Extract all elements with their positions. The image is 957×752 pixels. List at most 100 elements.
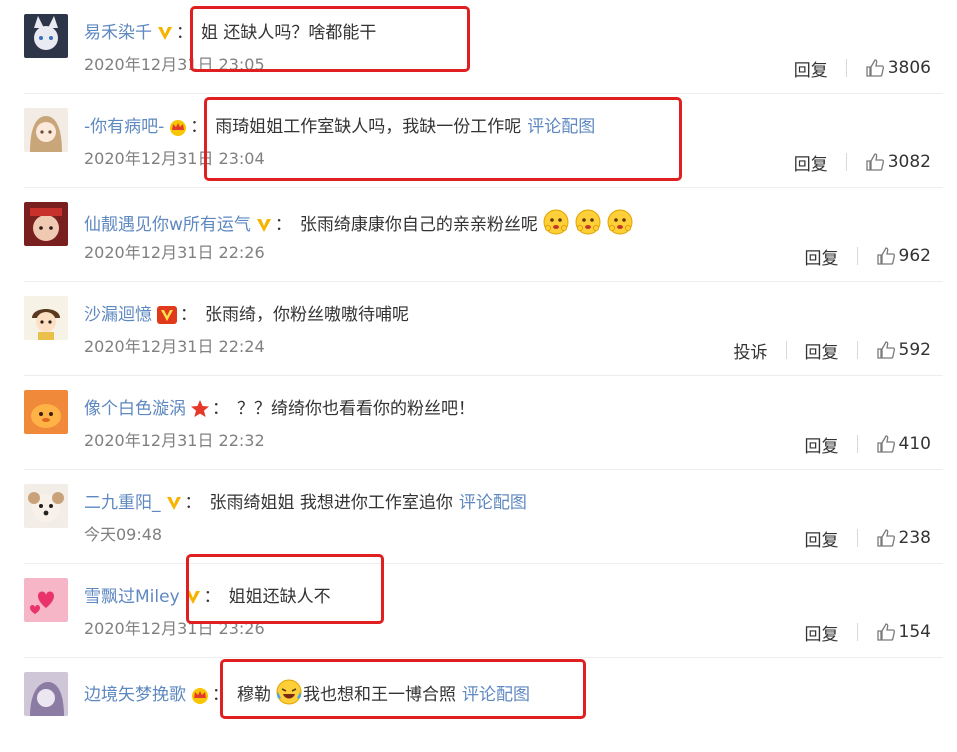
comment-time: 今天09:48: [84, 525, 163, 544]
avatar[interactable]: [24, 390, 68, 434]
thumbs-up-icon: [866, 153, 884, 171]
comment-list: 易禾染千 ： 姐 还缺人吗？啥都能干 2020年12月31日 23:05 回复 38…: [0, 0, 957, 719]
thumbs-up-icon: [876, 247, 895, 265]
comment-actions: 回复 238: [805, 526, 931, 551]
reply-button[interactable]: 回复: [805, 526, 839, 551]
comment-image-link[interactable]: 评论配图: [462, 685, 530, 705]
comment-text: 姐姐还缺人不: [228, 587, 331, 607]
like-count: 962: [898, 246, 931, 266]
crown-badge-icon: [168, 118, 188, 136]
avatar[interactable]: [24, 14, 68, 58]
like-count: 410: [898, 434, 931, 454]
comment-actions: 投诉 回复 592: [734, 338, 931, 363]
divider: [785, 341, 787, 359]
comment-time: 2020年12月31日 23:26: [84, 619, 265, 638]
comment-item: 仙靓遇见你w所有运气 ： 张雨绮康康你自己的亲亲粉丝呢 2020年12月31日 22…: [0, 188, 957, 282]
comment-time: 2020年12月31日 22:24: [84, 337, 265, 356]
verified-v-icon: [165, 494, 183, 512]
avatar[interactable]: [24, 578, 68, 622]
reply-button[interactable]: 回复: [805, 432, 839, 457]
comment-text: 张雨绮康康你自己的亲亲粉丝呢: [299, 215, 538, 235]
colon: ：: [190, 117, 208, 137]
smiling-face-emoji: [606, 208, 634, 236]
colon: ：: [180, 305, 197, 325]
like-count: 154: [898, 622, 931, 642]
comment-text: 雨琦姐姐工作室缺人吗，我缺一份工作呢: [215, 117, 522, 137]
divider: [845, 59, 847, 77]
like-count: 3082: [887, 152, 931, 172]
like-button[interactable]: 410: [876, 434, 931, 454]
like-count: 3806: [887, 58, 931, 78]
reply-button[interactable]: 回复: [805, 620, 839, 645]
comment-image-link[interactable]: 评论配图: [527, 117, 595, 137]
colon: ：: [176, 23, 193, 43]
username-link[interactable]: 沙漏迴憶: [84, 305, 152, 325]
like-count: 238: [898, 528, 931, 548]
comment-actions: 回复 3082: [794, 150, 931, 175]
laughing-tears-emoji: [275, 678, 303, 706]
reply-button[interactable]: 回复: [805, 244, 839, 269]
colon: ：: [184, 493, 202, 513]
divider: [856, 435, 858, 453]
divider: [845, 153, 847, 171]
thumbs-up-icon: [866, 59, 884, 77]
like-count: 592: [898, 340, 931, 360]
avatar[interactable]: [24, 672, 68, 716]
verified-v-icon: [156, 24, 174, 42]
username-link[interactable]: 仙靓遇见你w所有运气: [84, 215, 251, 235]
comment-time: 2020年12月31日 22:26: [84, 243, 265, 262]
avatar[interactable]: [24, 108, 68, 152]
username-link[interactable]: 雪飘过Miley: [84, 587, 180, 607]
reply-button[interactable]: 回复: [794, 150, 828, 175]
username-link[interactable]: -你有病吧-: [84, 117, 164, 137]
verified-v-red-icon: [156, 305, 178, 325]
comment-time: 2020年12月31日 23:04: [84, 149, 265, 168]
comment-image-link[interactable]: 评论配图: [459, 493, 527, 513]
comment-text: 张雨绮，你粉丝嗷嗷待哺呢: [205, 305, 409, 325]
divider: [856, 529, 858, 547]
comment-text: 姐 还缺人吗？啥都能干: [201, 23, 377, 43]
divider: [856, 341, 858, 359]
thumbs-up-icon: [876, 435, 895, 453]
comment-text: 我也想和王一博合照: [303, 685, 456, 705]
comment-actions: 回复 410: [805, 432, 931, 457]
comment-text: 张雨绮姐姐 我想进你工作室追你: [209, 493, 453, 513]
reply-button[interactable]: 回复: [805, 338, 839, 363]
comment-text-prefix: 穆勒: [237, 685, 271, 705]
username-link[interactable]: 二九重阳_: [84, 493, 161, 513]
divider: [856, 247, 858, 265]
colon: ：: [212, 685, 229, 705]
comment-actions: 回复 962: [805, 244, 931, 269]
like-button[interactable]: 3806: [865, 58, 931, 78]
thumbs-up-icon: [876, 341, 895, 359]
colon: ：: [212, 399, 229, 419]
like-button[interactable]: 3082: [865, 152, 931, 172]
thumbs-up-icon: [876, 623, 895, 641]
smiling-face-emoji: [542, 208, 570, 236]
comment-time: 2020年12月31日 22:32: [84, 431, 265, 450]
comment-actions: 回复 3806: [794, 56, 931, 81]
like-button[interactable]: 154: [876, 622, 931, 642]
username-link[interactable]: 边境矢梦挽歌: [84, 685, 186, 705]
username-link[interactable]: 像个白色漩涡: [84, 399, 186, 419]
comment-item: 像个白色漩涡：？？绮绮你也看看你的粉丝吧！ 2020年12月31日 22:32 …: [0, 376, 957, 470]
comment-item: 沙漏迴憶 ： 张雨绮，你粉丝嗷嗷待哺呢 2020年12月31日 22:24 投诉 回…: [0, 282, 957, 376]
reply-button[interactable]: 回复: [794, 56, 828, 81]
comment-text: ？？绮绮你也看看你的粉丝吧！: [237, 399, 475, 419]
username-link[interactable]: 易禾染千: [84, 23, 152, 43]
comment-actions: 回复 154: [805, 620, 931, 645]
report-button[interactable]: 投诉: [734, 338, 768, 363]
comment-time: 2020年12月31日 23:05: [84, 55, 265, 74]
star-badge-icon: [190, 399, 210, 419]
like-button[interactable]: 962: [876, 246, 931, 266]
avatar[interactable]: [24, 202, 68, 246]
comment-item: 二九重阳_ ： 张雨绮姐姐 我想进你工作室追你 评论配图 今天09:48 回复 238: [0, 470, 957, 564]
verified-v-icon: [255, 216, 273, 234]
comment-item: 易禾染千 ： 姐 还缺人吗？啥都能干 2020年12月31日 23:05 回复 38…: [0, 0, 957, 94]
avatar[interactable]: [24, 484, 68, 528]
avatar[interactable]: [24, 296, 68, 340]
like-button[interactable]: 592: [876, 340, 931, 360]
verified-v-icon: [184, 588, 202, 606]
like-button[interactable]: 238: [876, 528, 931, 548]
colon: ：: [203, 587, 221, 607]
